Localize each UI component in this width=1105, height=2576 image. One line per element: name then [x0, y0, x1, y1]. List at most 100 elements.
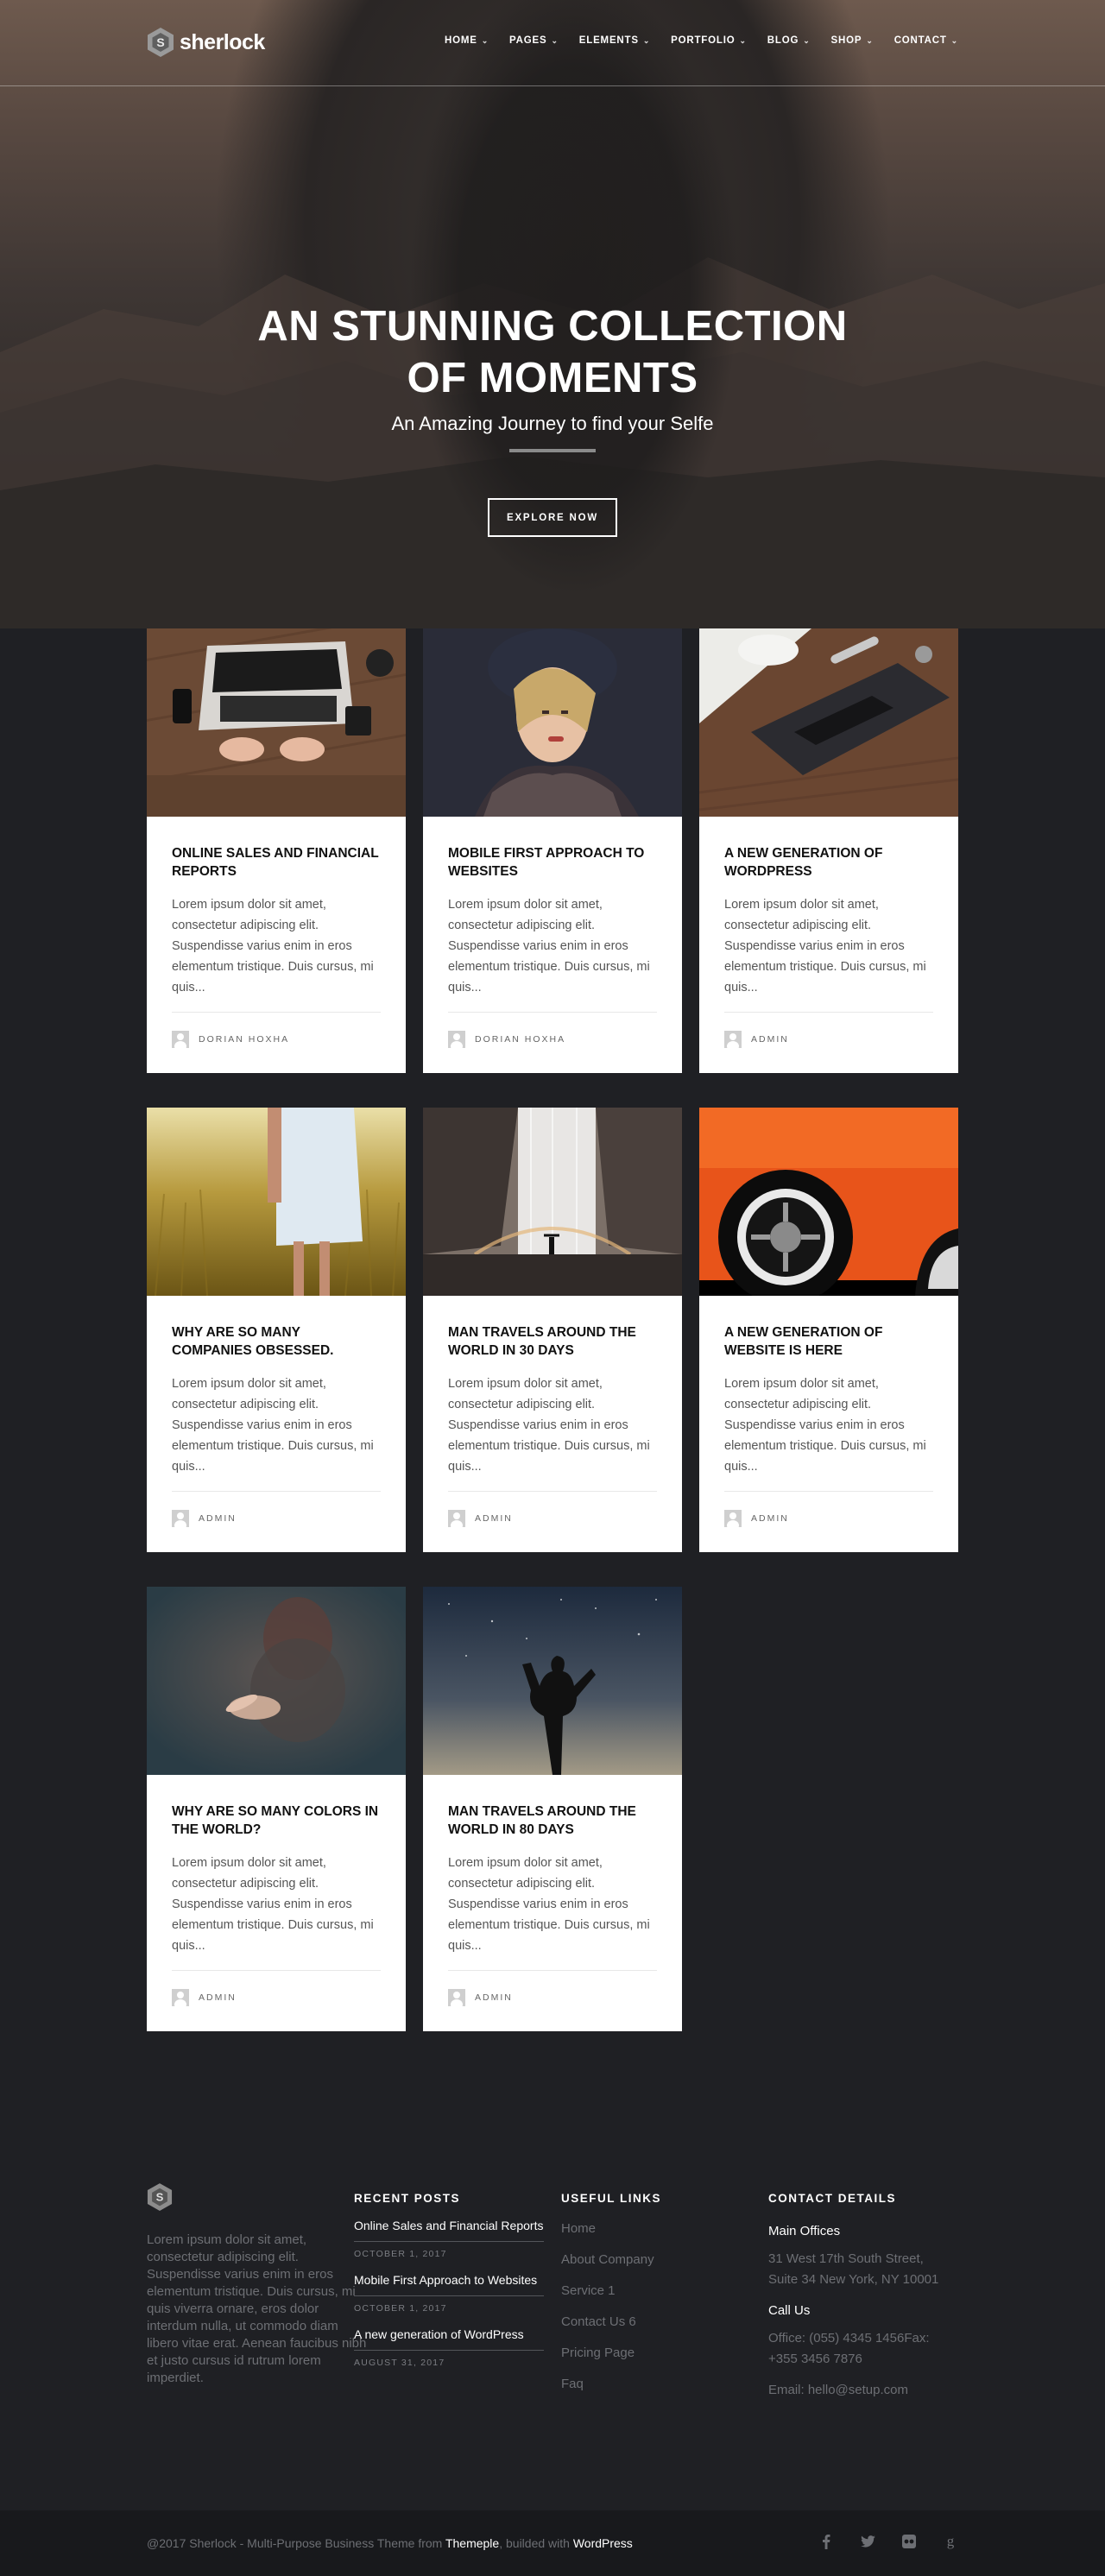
- google-plus-icon[interactable]: g: [943, 2533, 958, 2550]
- footer-link-service[interactable]: Service 1: [561, 2283, 734, 2298]
- author-name[interactable]: DORIAN HOXHA: [475, 1034, 565, 1045]
- recent-post-date: OCTOBER 1, 2017: [354, 2249, 447, 2259]
- blog-card[interactable]: WHY ARE SO MANY COLORS IN THE WORLD? Lore…: [147, 1587, 406, 2031]
- desk-gadgets-photo[interactable]: [699, 628, 958, 817]
- main-nav: HOME ⌄ PAGES ⌄ ELEMENTS ⌄ PORTFOLIO ⌄ BLOG ⌄ …: [424, 35, 958, 46]
- author-name[interactable]: DORIAN HOXHA: [199, 1034, 289, 1045]
- author-name[interactable]: ADMIN: [199, 1992, 237, 2003]
- author-name[interactable]: ADMIN: [475, 1992, 513, 2003]
- orange-car-photo[interactable]: [699, 1108, 958, 1296]
- author-name[interactable]: ADMIN: [751, 1034, 789, 1045]
- footer-useful-links: USEFUL LINKS Home About Company Service …: [561, 2192, 734, 2391]
- card-title[interactable]: ONLINE SALES AND FINANCIAL REPORTS: [172, 844, 381, 882]
- card-title[interactable]: MOBILE FIRST APPROACH TO WEBSITES: [448, 844, 657, 882]
- blurred-hand-photo[interactable]: [147, 1587, 406, 1775]
- footer-link-home[interactable]: Home: [561, 2221, 734, 2236]
- logo-text: sherlock: [180, 29, 265, 54]
- card-author: ADMIN: [172, 1989, 381, 2006]
- card-author: ADMIN: [448, 1989, 657, 2006]
- footer-recent-posts: RECENT POSTS Online Sales and Financial …: [354, 2192, 544, 2368]
- card-title[interactable]: WHY ARE SO MANY COMPANIES OBSESSED.: [172, 1323, 381, 1361]
- recent-post-date: AUGUST 31, 2017: [354, 2358, 445, 2368]
- author-name[interactable]: ADMIN: [199, 1513, 237, 1524]
- card-excerpt: Lorem ipsum dolor sit amet, consectetur …: [724, 1377, 926, 1474]
- avatar-icon: [724, 1031, 742, 1048]
- email[interactable]: Email: hello@setup.com: [768, 2380, 967, 2401]
- recent-post-date: OCTOBER 1, 2017: [354, 2303, 447, 2314]
- nav-item-pages[interactable]: PAGES ⌄: [509, 35, 559, 46]
- recent-post-title[interactable]: Online Sales and Financial Reports: [354, 2216, 544, 2242]
- card-author: ADMIN: [724, 1510, 933, 1527]
- card-title[interactable]: MAN TRAVELS AROUND THE WORLD IN 30 DAYS: [448, 1323, 657, 1361]
- wheat-field-photo[interactable]: [147, 1108, 406, 1296]
- nav-item-elements[interactable]: ELEMENTS ⌄: [579, 35, 650, 46]
- svg-text:g: g: [947, 2534, 955, 2549]
- phone: Office: (055) 4345 1456Fax: +355 3456 78…: [768, 2328, 967, 2370]
- footer-logo-icon[interactable]: S: [147, 2182, 173, 2212]
- card-author: ADMIN: [724, 1031, 933, 1048]
- footer-link-about[interactable]: About Company: [561, 2252, 734, 2267]
- waterfall-photo[interactable]: [423, 1108, 682, 1296]
- nav-label: CONTACT: [893, 35, 947, 46]
- night-sky-silhouette-photo[interactable]: [423, 1587, 682, 1775]
- avatar-icon: [172, 1510, 189, 1527]
- flickr-icon[interactable]: [901, 2533, 917, 2550]
- card-title[interactable]: A NEW GENERATION OF WORDPRESS: [724, 844, 933, 882]
- recent-post-title[interactable]: A new generation of WordPress: [354, 2325, 544, 2351]
- blog-card[interactable]: WHY ARE SO MANY COMPANIES OBSESSED. Lorem…: [147, 1108, 406, 1552]
- footer-link-pricing[interactable]: Pricing Page: [561, 2346, 734, 2360]
- footer: S Lorem ipsum dolor sit amet, consectetu…: [0, 2119, 1105, 2510]
- avatar-icon: [172, 1031, 189, 1048]
- logo[interactable]: S sherlock: [147, 27, 265, 58]
- svg-text:S: S: [156, 2191, 164, 2204]
- card-author: DORIAN HOXHA: [172, 1031, 381, 1048]
- card-body: WHY ARE SO MANY COMPANIES OBSESSED. Lorem…: [147, 1296, 406, 1527]
- bottom-bar: @2017 Sherlock - Multi-Purpose Business …: [0, 2510, 1105, 2576]
- social-links: g: [818, 2533, 958, 2550]
- blog-card[interactable]: MAN TRAVELS AROUND THE WORLD IN 80 DAYS L…: [423, 1587, 682, 2031]
- blog-card[interactable]: MAN TRAVELS AROUND THE WORLD IN 30 DAYS L…: [423, 1108, 682, 1552]
- twitter-icon[interactable]: [860, 2533, 875, 2550]
- card-body: MAN TRAVELS AROUND THE WORLD IN 30 DAYS L…: [423, 1296, 682, 1527]
- card-excerpt: Lorem ipsum dolor sit amet, consectetur …: [724, 898, 926, 994]
- hero-subtitle: An Amazing Journey to find your Selfe: [391, 413, 714, 434]
- card-divider: [448, 1970, 657, 1971]
- footer-link-contact[interactable]: Contact Us 6: [561, 2314, 734, 2329]
- card-title[interactable]: WHY ARE SO MANY COLORS IN THE WORLD?: [172, 1803, 381, 1840]
- nav-item-blog[interactable]: BLOG ⌄: [767, 35, 811, 46]
- author-name[interactable]: ADMIN: [475, 1513, 513, 1524]
- nav-item-contact[interactable]: CONTACT ⌄: [894, 35, 958, 46]
- card-body: A NEW GENERATION OF WEBSITE IS HERE Lorem…: [699, 1296, 958, 1527]
- blog-card[interactable]: A NEW GENERATION OF WORDPRESS Lorem ipsum…: [699, 628, 958, 1073]
- laptop-desk-photo[interactable]: [147, 628, 406, 817]
- blog-card[interactable]: MOBILE FIRST APPROACH TO WEBSITES Lorem i…: [423, 628, 682, 1073]
- explore-now-button[interactable]: EXPLORE NOW: [488, 498, 617, 537]
- hero-divider: [509, 449, 596, 452]
- wordpress-link[interactable]: WordPress: [573, 2536, 633, 2550]
- blog-card[interactable]: A NEW GENERATION OF WEBSITE IS HERE Lorem…: [699, 1108, 958, 1552]
- nav-item-home[interactable]: HOME ⌄: [445, 35, 489, 46]
- card-title[interactable]: MAN TRAVELS AROUND THE WORLD IN 80 DAYS: [448, 1803, 657, 1840]
- themeple-link[interactable]: Themeple: [445, 2536, 499, 2550]
- card-title[interactable]: A NEW GENERATION OF WEBSITE IS HERE: [724, 1323, 933, 1361]
- recent-post-title[interactable]: Mobile First Approach to Websites: [354, 2270, 544, 2296]
- card-author: DORIAN HOXHA: [448, 1031, 657, 1048]
- card-body: MOBILE FIRST APPROACH TO WEBSITES Lorem i…: [423, 817, 682, 1048]
- blog-card[interactable]: ONLINE SALES AND FINANCIAL REPORTS Lorem …: [147, 628, 406, 1073]
- card-excerpt: Lorem ipsum dolor sit amet, consectetur …: [172, 898, 374, 994]
- facebook-icon[interactable]: [818, 2533, 834, 2550]
- chevron-down-icon: ⌄: [739, 35, 747, 45]
- contact-heading: CONTACT DETAILS: [768, 2192, 896, 2205]
- author-name[interactable]: ADMIN: [751, 1513, 789, 1524]
- woman-fur-hat-photo[interactable]: [423, 628, 682, 817]
- card-excerpt: Lorem ipsum dolor sit amet, consectetur …: [448, 898, 650, 994]
- chevron-down-icon: ⌄: [950, 35, 958, 45]
- card-divider: [172, 1970, 381, 1971]
- chevron-down-icon: ⌄: [481, 35, 489, 45]
- nav-item-shop[interactable]: SHOP ⌄: [831, 35, 874, 46]
- nav-label: PAGES: [509, 35, 547, 46]
- footer-link-faq[interactable]: Faq: [561, 2377, 734, 2391]
- nav-item-portfolio[interactable]: PORTFOLIO ⌄: [671, 35, 747, 46]
- main-offices-label: Main Offices: [768, 2224, 841, 2238]
- nav-label: BLOG: [767, 35, 799, 46]
